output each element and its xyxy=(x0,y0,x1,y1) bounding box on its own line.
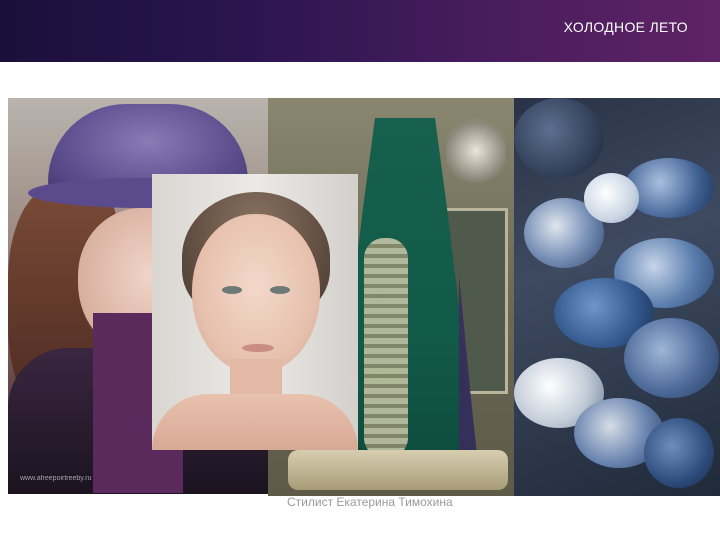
left-eye-shape xyxy=(222,286,242,294)
gold-hem-shape xyxy=(288,450,508,490)
photo-blue-shells xyxy=(514,98,720,496)
ornament-shape xyxy=(446,116,506,186)
shell xyxy=(514,98,604,178)
right-eye-shape xyxy=(270,286,290,294)
shell xyxy=(644,418,714,488)
shoulders-shape xyxy=(152,394,358,450)
photo-woman-portrait xyxy=(152,174,358,450)
slide-title: ХОЛОДНОЕ ЛЕТО xyxy=(563,19,688,35)
stylist-credit: Стилист Екатерина Тимохина xyxy=(287,495,453,509)
shell xyxy=(624,158,714,218)
header-band: ХОЛОДНОЕ ЛЕТО xyxy=(0,0,720,62)
shell xyxy=(584,173,639,223)
shell xyxy=(624,318,719,398)
embroidery-shape xyxy=(364,238,408,458)
photo-watermark: www.afreepoirtreeby.ru xyxy=(20,475,92,482)
lips-shape xyxy=(242,344,274,352)
